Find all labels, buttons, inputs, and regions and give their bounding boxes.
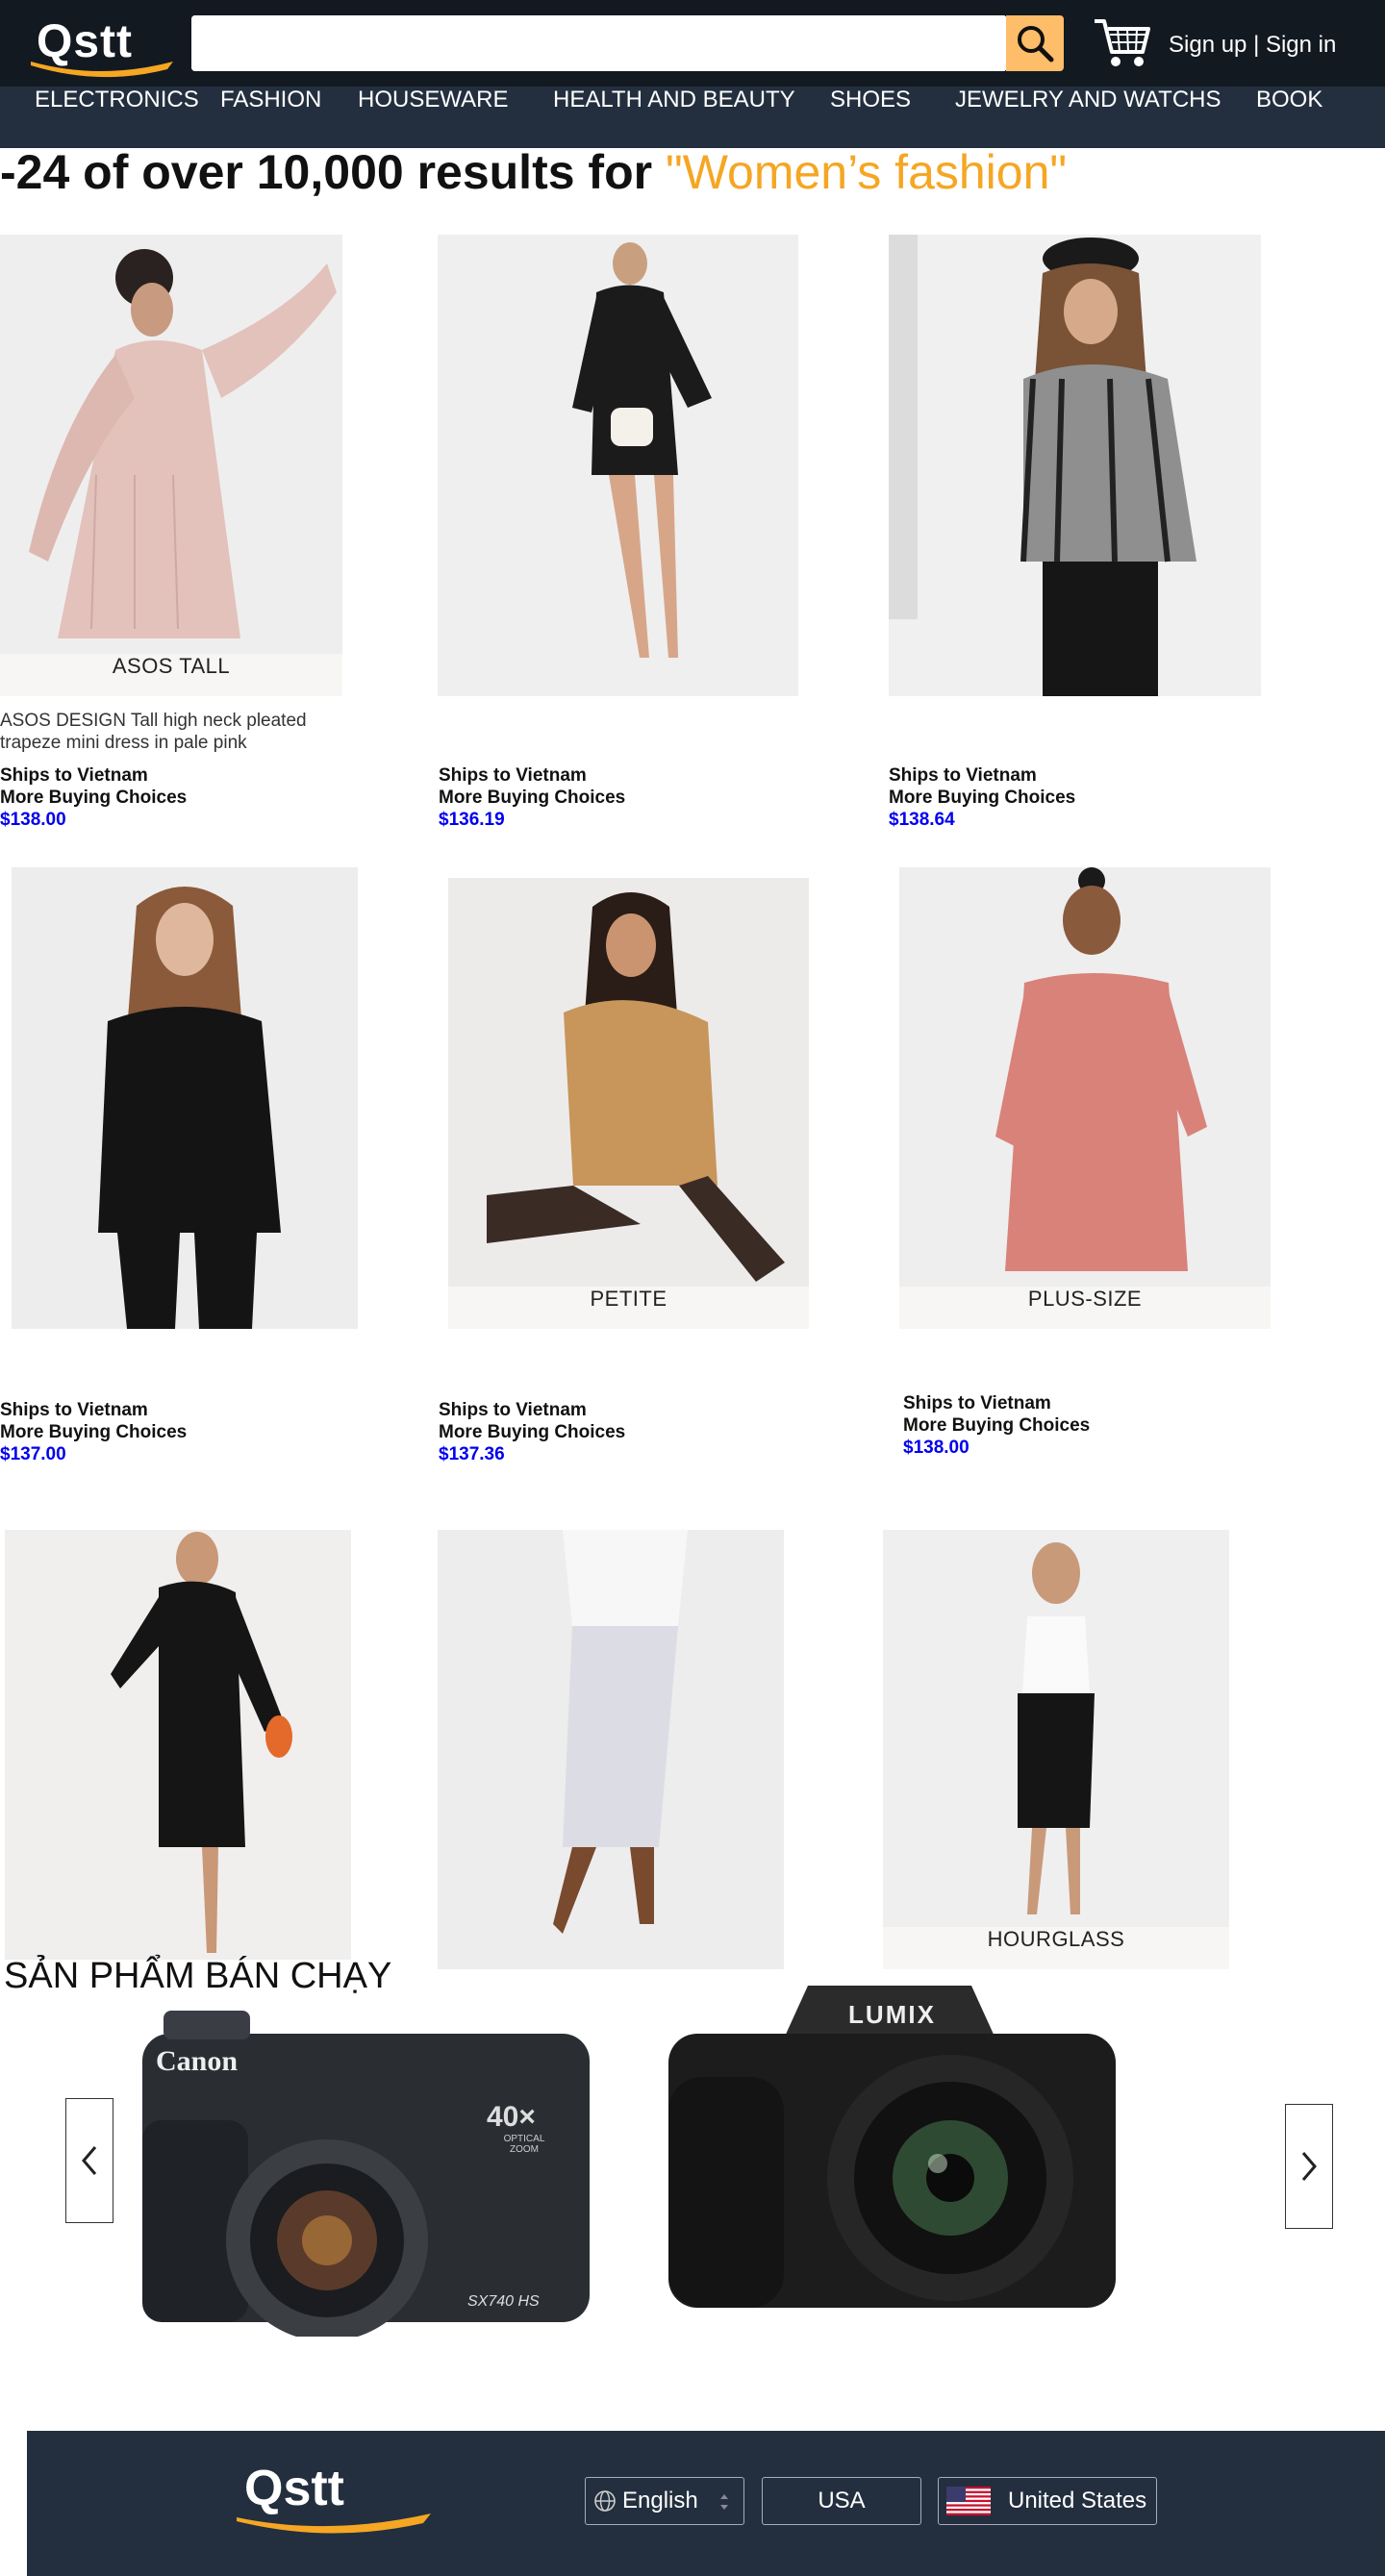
- product-image[interactable]: [438, 235, 798, 696]
- country-button[interactable]: United States: [938, 2477, 1157, 2525]
- model-photo-icon: [438, 1530, 784, 1969]
- footer-logo[interactable]: Qstt: [233, 2460, 435, 2537]
- model-photo-icon: [883, 1530, 1229, 1969]
- country-value: United States: [1008, 2488, 1147, 2513]
- product-price: $138.00: [0, 810, 66, 830]
- nav-item-electronics[interactable]: ELECTRONICS: [35, 87, 199, 148]
- search-box: [191, 15, 1007, 71]
- shipping-info: Ships to Vietnam: [903, 1393, 1051, 1413]
- product-image[interactable]: [5, 1530, 351, 1960]
- product-price: $138.00: [903, 1438, 970, 1458]
- results-heading: -24 of over 10,000 results for "Women’s …: [0, 144, 1067, 212]
- product-image[interactable]: ASOS TALL: [0, 235, 342, 696]
- camera-zoom: 40×: [487, 2101, 536, 2133]
- site-logo[interactable]: Qstt: [23, 12, 177, 79]
- nav-item-jewelry-watches[interactable]: JEWELRY AND WATCHS: [955, 87, 1221, 148]
- select-arrows-icon: [720, 2494, 728, 2510]
- language-value: English: [622, 2488, 698, 2513]
- buying-choices-link[interactable]: More Buying Choices: [0, 1421, 187, 1443]
- nav-item-houseware[interactable]: HOUSEWARE: [358, 87, 508, 148]
- nav-item-shoes[interactable]: SHOES: [830, 87, 911, 148]
- bestsellers-title: SẢN PHẨM BÁN CHẠY: [4, 1956, 392, 1996]
- shipping-info: Ships to Vietnam: [439, 1400, 587, 1420]
- product-image[interactable]: [12, 867, 358, 1329]
- shipping-info: Ships to Vietnam: [0, 1400, 148, 1420]
- product-price: $137.36: [439, 1444, 505, 1464]
- size-tag: ASOS TALL: [0, 654, 342, 696]
- camera-zoom-sub: OPTICAL ZOOM: [503, 2134, 545, 2155]
- camera-brand: LUMIX: [848, 2000, 936, 2029]
- product-image[interactable]: PETITE: [448, 878, 809, 1329]
- nav-item-fashion[interactable]: FASHION: [220, 87, 321, 148]
- size-tag: PLUS-SIZE: [899, 1287, 1271, 1329]
- top-bar: Qstt Sign up | Sign in: [0, 0, 1385, 87]
- chevron-left-icon: [82, 2146, 97, 2175]
- product-price: $136.19: [439, 810, 505, 830]
- model-photo-icon: [448, 878, 809, 1329]
- language-select[interactable]: English: [585, 2477, 744, 2525]
- product-price: $137.00: [0, 1444, 66, 1464]
- nav-item-health-beauty[interactable]: HEALTH AND BEAUTY: [553, 87, 795, 148]
- cart-button[interactable]: [1093, 13, 1152, 71]
- results-count: -24 of over 10,000 results for: [0, 145, 666, 199]
- carousel-prev-button[interactable]: [65, 2098, 113, 2223]
- shipping-info: Ships to Vietnam: [439, 765, 587, 786]
- auth-links[interactable]: Sign up | Sign in: [1169, 32, 1336, 59]
- product-image[interactable]: [889, 235, 1261, 696]
- product-image[interactable]: PLUS-SIZE: [899, 867, 1271, 1329]
- model-photo-icon: [899, 867, 1271, 1329]
- product-image[interactable]: [438, 1530, 784, 1969]
- region-value: USA: [818, 2488, 866, 2513]
- chevron-right-icon: [1301, 2152, 1317, 2181]
- category-nav: ELECTRONICS FASHION HOUSEWARE HEALTH AND…: [0, 87, 1385, 148]
- search-icon: [1018, 26, 1054, 63]
- logo-swoosh-icon: [237, 2513, 431, 2534]
- camera-model: SX740 HS: [467, 2293, 540, 2310]
- search-input[interactable]: [191, 15, 1005, 71]
- us-flag-icon: [946, 2487, 991, 2515]
- product-image[interactable]: HOURGLASS: [883, 1530, 1229, 1969]
- buying-choices-link[interactable]: More Buying Choices: [903, 1414, 1090, 1437]
- buying-choices-link[interactable]: More Buying Choices: [439, 787, 625, 809]
- model-photo-icon: [0, 235, 342, 696]
- size-tag: PETITE: [448, 1287, 809, 1329]
- bestseller-canon-camera[interactable]: Canon 40× OPTICAL ZOOM SX740 HS: [135, 2005, 596, 2341]
- carousel-next-button[interactable]: [1285, 2104, 1333, 2229]
- shipping-info: Ships to Vietnam: [889, 765, 1037, 786]
- region-button[interactable]: USA: [762, 2477, 921, 2525]
- globe-icon: [594, 2490, 616, 2512]
- buying-choices-link[interactable]: More Buying Choices: [439, 1421, 625, 1443]
- search-button[interactable]: [1006, 15, 1064, 71]
- footer: Qstt English USA United States: [27, 2431, 1385, 2576]
- model-photo-icon: [5, 1530, 351, 1960]
- buying-choices-link[interactable]: More Buying Choices: [0, 787, 187, 809]
- model-photo-icon: [438, 235, 798, 696]
- model-photo-icon: [12, 867, 358, 1329]
- product-price: $138.64: [889, 810, 955, 830]
- product-description[interactable]: ASOS DESIGN Tall high neck pleated trape…: [0, 710, 327, 754]
- logo-swoosh-icon: [31, 62, 173, 78]
- nav-item-book[interactable]: BOOK: [1256, 87, 1322, 148]
- size-tag: HOURGLASS: [883, 1927, 1229, 1969]
- shipping-info: Ships to Vietnam: [0, 765, 148, 786]
- bestseller-lumix-camera[interactable]: LUMIX: [664, 1981, 1121, 2313]
- model-photo-icon: [889, 235, 1261, 696]
- camera-brand: Canon: [156, 2045, 239, 2077]
- buying-choices-link[interactable]: More Buying Choices: [889, 787, 1075, 809]
- results-query: "Women’s fashion": [665, 145, 1068, 199]
- cart-icon: [1095, 19, 1150, 66]
- camera-icon: [668, 1986, 1116, 2308]
